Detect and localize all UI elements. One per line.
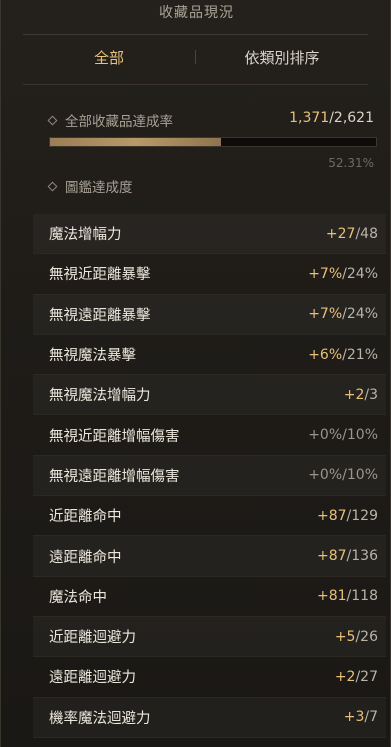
stat-max: 24% xyxy=(346,306,378,323)
stat-current: +6% xyxy=(308,346,343,363)
stat-max: 129 xyxy=(351,507,378,524)
stat-value: +27/48 xyxy=(326,226,378,242)
stat-row: 近距離迴避力 +5/26 xyxy=(33,617,386,658)
codex-label: 圖鑑達成度 xyxy=(47,176,133,196)
tab-bar: 全部 依類別排序 xyxy=(23,38,368,76)
stat-current: +2 xyxy=(334,668,356,685)
stat-name: 遠距離命中 xyxy=(49,549,122,566)
tab-all[interactable]: 全部 xyxy=(23,47,195,68)
stat-current: +2 xyxy=(343,386,365,403)
stat-value: +2/3 xyxy=(344,387,378,403)
stat-value: +2/27 xyxy=(335,669,378,685)
stat-current: +87 xyxy=(317,548,347,565)
stat-row: 無視遠距離暴擊 +7%/24% xyxy=(33,295,386,335)
stat-row: 魔法增幅力 +27/48 xyxy=(33,214,386,255)
stat-value: +0%/10% xyxy=(308,467,378,483)
tabs-divider xyxy=(23,84,368,85)
stat-max: 7 xyxy=(369,709,378,726)
collection-rate-label: 全部收藏品達成率 xyxy=(47,110,173,130)
stat-row: 機率魔法迴避力 +3/7 xyxy=(33,698,386,738)
stat-name: 無視魔法增幅力 xyxy=(49,388,151,405)
stat-current: +3 xyxy=(343,709,365,726)
codex-text: 圖鑑達成度 xyxy=(65,180,133,196)
stat-value: +6%/21% xyxy=(308,347,378,363)
panel-title: 收藏品現況 xyxy=(159,5,234,21)
title-divider xyxy=(23,34,368,35)
stat-name: 無視近距離增幅傷害 xyxy=(49,428,180,445)
stat-row: 近距離命中 +87/129 xyxy=(33,496,386,537)
stat-value: +5/26 xyxy=(335,629,378,645)
stat-row: 無視遠距離增幅傷害 +0%/10% xyxy=(33,456,386,497)
diamond-icon xyxy=(47,181,58,191)
stat-name: 無視遠距離暴擊 xyxy=(49,307,151,324)
stat-current: +81 xyxy=(317,588,347,605)
stat-value: +3/7 xyxy=(344,709,378,725)
stat-max: 27 xyxy=(360,668,378,685)
stat-current: +87 xyxy=(317,507,347,524)
stat-name: 遠距離迴避力 xyxy=(49,670,136,687)
stat-name: 無視遠距離增幅傷害 xyxy=(49,468,180,485)
stat-list: 魔法增幅力 +27/48 無視近距離暴擊 +7%/24% 無視遠距離暴擊 +7%/24% 無… xyxy=(33,214,386,738)
stat-max: 10% xyxy=(346,467,378,484)
stat-max: 21% xyxy=(346,346,378,363)
stat-value: +81/118 xyxy=(317,588,378,604)
stat-name: 近距離命中 xyxy=(49,509,122,526)
stat-row: 無視近距離增幅傷害 +0%/10% xyxy=(33,415,386,456)
collection-progress-fill xyxy=(50,138,221,146)
collection-max: 2,621 xyxy=(333,110,374,126)
stat-current: +0% xyxy=(308,427,343,444)
stat-max: 48 xyxy=(360,225,378,242)
stat-name: 無視魔法暴擊 xyxy=(49,348,136,365)
stat-max: 3 xyxy=(369,386,378,403)
stat-name: 無視近距離暴擊 xyxy=(49,267,151,284)
collection-progress-bar xyxy=(49,137,377,147)
stat-name: 魔法增幅力 xyxy=(49,227,122,244)
collection-count: 1,371/2,621 xyxy=(289,110,374,126)
collection-percent: 52.31% xyxy=(328,156,374,170)
stat-current: +27 xyxy=(325,225,356,242)
stat-name: 魔法命中 xyxy=(49,589,107,606)
stat-row: 無視魔法暴擊 +6%/21% xyxy=(33,335,386,376)
stat-value: +87/136 xyxy=(317,548,378,564)
stat-value: +7%/24% xyxy=(308,266,378,282)
stat-max: 10% xyxy=(346,427,378,444)
stat-current: +7% xyxy=(308,265,343,282)
stat-max: 26 xyxy=(360,628,378,645)
stat-max: 118 xyxy=(351,588,378,605)
collection-panel: 收藏品現況 全部 依類別排序 全部收藏品達成率 1,371/2,621 52.3… xyxy=(0,0,391,747)
stat-row: 無視近距離暴擊 +7%/24% xyxy=(33,254,386,295)
stat-max: 24% xyxy=(346,265,378,282)
stat-current: +7% xyxy=(308,306,343,323)
stat-row: 遠距離命中 +87/136 xyxy=(33,536,386,577)
diamond-icon xyxy=(47,115,58,125)
collection-rate-text: 全部收藏品達成率 xyxy=(65,114,173,130)
stat-value: +87/129 xyxy=(317,508,378,524)
stat-current: +5 xyxy=(334,628,356,645)
collection-current: 1,371 xyxy=(289,110,330,126)
stat-row: 遠距離迴避力 +2/27 xyxy=(33,657,386,698)
stat-value: +7%/24% xyxy=(308,306,378,322)
stat-name: 機率魔法迴避力 xyxy=(49,710,151,727)
stat-value: +0%/10% xyxy=(308,427,378,443)
stat-current: +0% xyxy=(308,467,343,484)
tab-by-category[interactable]: 依類別排序 xyxy=(196,47,368,68)
stat-name: 近距離迴避力 xyxy=(49,630,136,647)
stat-row: 魔法命中 +81/118 xyxy=(33,577,386,617)
stat-max: 136 xyxy=(351,548,378,565)
stat-row: 無視魔法增幅力 +2/3 xyxy=(33,375,386,416)
